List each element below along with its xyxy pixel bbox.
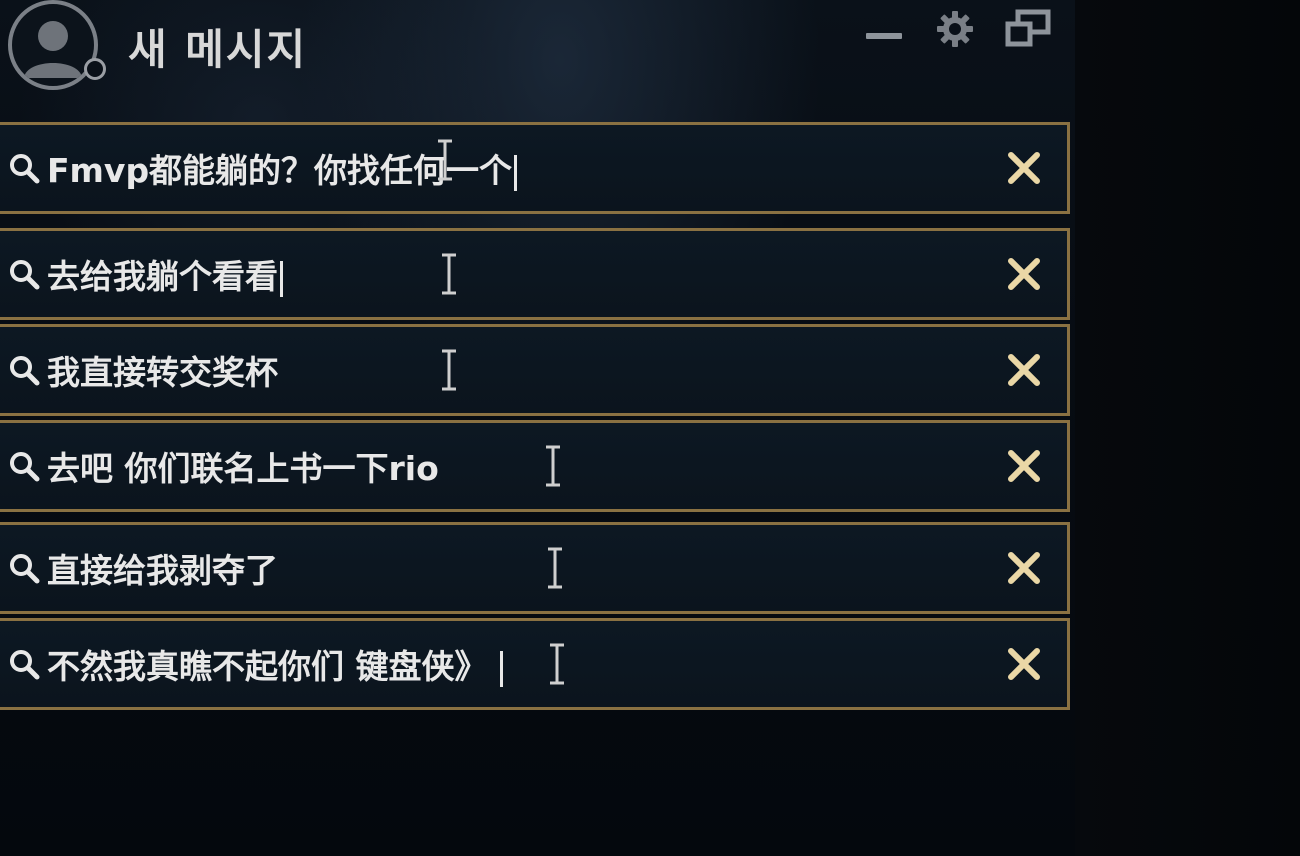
- ibeam-cursor-icon: [550, 643, 564, 685]
- text-caret: [280, 260, 283, 297]
- message-text[interactable]: 直接给我剥夺了: [47, 544, 278, 592]
- message-text[interactable]: 不然我真瞧不起你们 键盘侠》: [47, 640, 503, 688]
- restore-button[interactable]: [1004, 8, 1052, 48]
- message-row[interactable]: Fmvp都能躺的？你找任何一个: [0, 122, 1070, 214]
- window-header: 새 메시지: [0, 0, 1075, 100]
- close-icon[interactable]: [1005, 549, 1043, 587]
- message-row[interactable]: 去吧 你们联名上书一下rio: [0, 420, 1070, 512]
- ibeam-cursor-icon: [548, 547, 562, 589]
- gear-icon: [937, 11, 973, 47]
- close-icon[interactable]: [1005, 351, 1043, 389]
- message-text[interactable]: 去吧 你们联名上书一下rio: [47, 442, 439, 490]
- search-icon: [10, 650, 40, 680]
- search-icon: [10, 260, 40, 290]
- message-row[interactable]: 不然我真瞧不起你们 键盘侠》: [0, 618, 1070, 710]
- right-side-panel: [1075, 0, 1300, 856]
- search-icon: [10, 154, 40, 184]
- ibeam-cursor-icon: [438, 139, 452, 181]
- page-title: 새 메시지: [128, 25, 308, 74]
- search-icon: [10, 554, 40, 584]
- search-icon: [10, 452, 40, 482]
- search-icon: [10, 356, 40, 386]
- ibeam-cursor-icon: [546, 445, 560, 487]
- status-badge: [84, 58, 106, 80]
- message-text[interactable]: 我直接转交奖杯: [47, 346, 278, 394]
- text-caret: [514, 154, 518, 191]
- message-row[interactable]: 我直接转交奖杯: [0, 324, 1070, 416]
- close-icon[interactable]: [1005, 149, 1043, 187]
- settings-button[interactable]: [935, 9, 975, 49]
- message-row[interactable]: 去给我躺个看看: [0, 228, 1070, 320]
- ibeam-cursor-icon: [442, 253, 456, 295]
- restore-window-icon: [1005, 9, 1051, 47]
- close-icon[interactable]: [1005, 645, 1043, 683]
- ibeam-cursor-icon: [442, 349, 456, 391]
- minimize-button[interactable]: [864, 28, 904, 44]
- user-avatar-icon[interactable]: [8, 0, 98, 90]
- text-caret: [499, 650, 503, 687]
- close-icon[interactable]: [1005, 447, 1043, 485]
- message-row[interactable]: 直接给我剥夺了: [0, 522, 1070, 614]
- message-text[interactable]: 去给我躺个看看: [47, 250, 283, 298]
- close-icon[interactable]: [1005, 255, 1043, 293]
- minimize-icon: [866, 33, 902, 39]
